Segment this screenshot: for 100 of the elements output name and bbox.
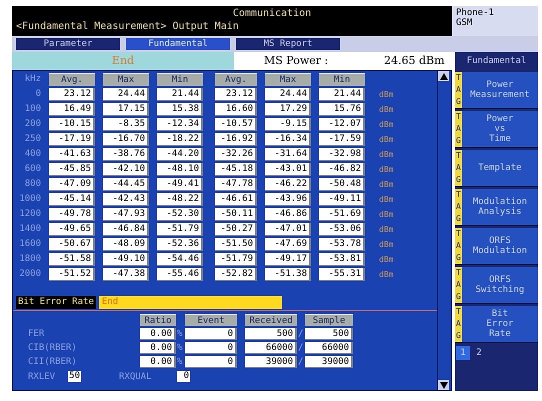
column-header: kHz bbox=[24, 73, 41, 86]
tag-strip: TAG bbox=[455, 267, 462, 303]
power-label: MS Power : bbox=[264, 53, 330, 69]
value-field: -55.46 bbox=[157, 268, 203, 281]
value-field: -16.70 bbox=[103, 133, 149, 146]
value-field: 15.76 bbox=[319, 103, 365, 116]
value-field: -47.78 bbox=[215, 178, 257, 191]
value-field: -42.10 bbox=[103, 163, 149, 176]
column-header: Max bbox=[265, 73, 311, 86]
value-field: -17.19 bbox=[49, 133, 95, 146]
value-field: 17.29 bbox=[265, 103, 311, 116]
unit-label: % bbox=[176, 342, 184, 354]
unit-label: dBm bbox=[378, 224, 394, 236]
row-label: 1000 bbox=[18, 193, 41, 206]
soft-key[interactable]: TAG Power Measurement bbox=[455, 72, 538, 109]
value-field: -48.22 bbox=[157, 193, 203, 206]
rxlev-label: RXLEV bbox=[27, 370, 56, 382]
row-label: 2000 bbox=[18, 268, 41, 281]
value-field: -50.48 bbox=[319, 178, 365, 191]
value-field: -12.07 bbox=[319, 118, 365, 131]
value-field: 24.44 bbox=[265, 88, 311, 101]
tag-strip: TAG bbox=[455, 111, 462, 147]
value-field: 24.44 bbox=[103, 88, 149, 101]
value-field: -16.34 bbox=[265, 133, 311, 146]
unit-label: dBm bbox=[378, 149, 394, 161]
value-field: -46.61 bbox=[215, 193, 257, 206]
column-header: Min bbox=[319, 73, 365, 86]
tab[interactable]: Fundamental bbox=[126, 38, 230, 50]
value-field: -52.30 bbox=[157, 208, 203, 221]
column-header: Min bbox=[157, 73, 203, 86]
soft-key[interactable]: TAG ORFS Modulation bbox=[455, 228, 538, 265]
soft-key[interactable]: TAG Power vs Time bbox=[455, 111, 538, 148]
power-value: 24.65 dBm bbox=[384, 53, 445, 69]
unit-label: dBm bbox=[378, 134, 394, 146]
separator-label: / bbox=[297, 356, 304, 368]
unit-label: % bbox=[176, 328, 184, 340]
value-field: -53.78 bbox=[319, 238, 365, 251]
row-label: 1400 bbox=[18, 223, 41, 236]
tab[interactable]: MS Report bbox=[236, 38, 340, 50]
tag-strip: TAG bbox=[455, 189, 462, 225]
value-field: -44.20 bbox=[157, 148, 203, 161]
value-field: -52.82 bbox=[215, 268, 257, 281]
row-label: 0 bbox=[34, 88, 41, 101]
tab[interactable]: Parameter bbox=[16, 38, 120, 50]
value-field: -43.96 bbox=[265, 193, 311, 206]
value-field: -42.43 bbox=[103, 193, 149, 206]
status-field: End bbox=[12, 52, 234, 70]
value-field: 21.44 bbox=[319, 88, 365, 101]
value-field: -10.15 bbox=[49, 118, 95, 131]
value-field: -46.22 bbox=[265, 178, 311, 191]
row-label: 100 bbox=[24, 103, 41, 116]
value-field: -51.69 bbox=[319, 208, 365, 221]
row-label: 200 bbox=[24, 118, 41, 131]
unit-label: dBm bbox=[378, 209, 394, 221]
value-field: -51.38 bbox=[265, 268, 311, 281]
value-field: -49.11 bbox=[319, 193, 365, 206]
row-label: 1200 bbox=[18, 208, 41, 221]
value-field: -41.63 bbox=[49, 148, 95, 161]
value-field: -47.38 bbox=[103, 268, 149, 281]
value-field: -45.85 bbox=[49, 163, 95, 176]
value-field: 15.38 bbox=[157, 103, 203, 116]
scroll-up-icon[interactable] bbox=[438, 71, 449, 81]
column-header: Sample bbox=[305, 314, 353, 326]
value-field: -53.81 bbox=[319, 253, 365, 266]
value-field: -47.69 bbox=[265, 238, 311, 251]
soft-key[interactable]: TAG Template bbox=[455, 150, 538, 187]
value-field: 17.15 bbox=[103, 103, 149, 116]
value-field: -47.09 bbox=[49, 178, 95, 191]
row-label: 1600 bbox=[18, 238, 41, 251]
value-field: -50.11 bbox=[215, 208, 257, 221]
value-field: -18.22 bbox=[157, 133, 203, 146]
scroll-down-icon[interactable] bbox=[438, 380, 449, 390]
value-field: 0.00 bbox=[140, 328, 176, 340]
soft-key[interactable]: TAG Bit Error Rate bbox=[455, 306, 538, 343]
value-field: -17.59 bbox=[319, 133, 365, 146]
value-field: -51.79 bbox=[157, 223, 203, 236]
value-field: -10.57 bbox=[215, 118, 257, 131]
row-label: 600 bbox=[24, 163, 41, 176]
soft-key[interactable]: TAG Modulation Analysis bbox=[455, 189, 538, 226]
screen-subtitle: <Fundamental Measurement> Output Main bbox=[16, 21, 240, 32]
value-field: 16.60 bbox=[215, 103, 257, 116]
value-field: -43.01 bbox=[265, 163, 311, 176]
soft-key[interactable]: TAG ORFS Switching bbox=[455, 267, 538, 304]
row-label: CII(RBER) bbox=[27, 356, 78, 368]
column-header: Ratio bbox=[140, 314, 176, 326]
value-field: 0.00 bbox=[140, 356, 176, 368]
row-label: 250 bbox=[24, 133, 41, 146]
value-field: -49.78 bbox=[49, 208, 95, 221]
value-field: 0 bbox=[185, 356, 237, 368]
value-field: 0 bbox=[185, 328, 237, 340]
value-field: -50.67 bbox=[49, 238, 95, 251]
value-field: -44.45 bbox=[103, 178, 149, 191]
row-label: CIB(RBER) bbox=[27, 342, 78, 354]
value-field: -31.64 bbox=[265, 148, 311, 161]
value-field: -45.18 bbox=[215, 163, 257, 176]
value-field: -54.46 bbox=[157, 253, 203, 266]
unit-label: dBm bbox=[378, 119, 394, 131]
value-field: -55.31 bbox=[319, 268, 365, 281]
separator-label: / bbox=[297, 328, 304, 340]
value-field: 21.44 bbox=[157, 88, 203, 101]
